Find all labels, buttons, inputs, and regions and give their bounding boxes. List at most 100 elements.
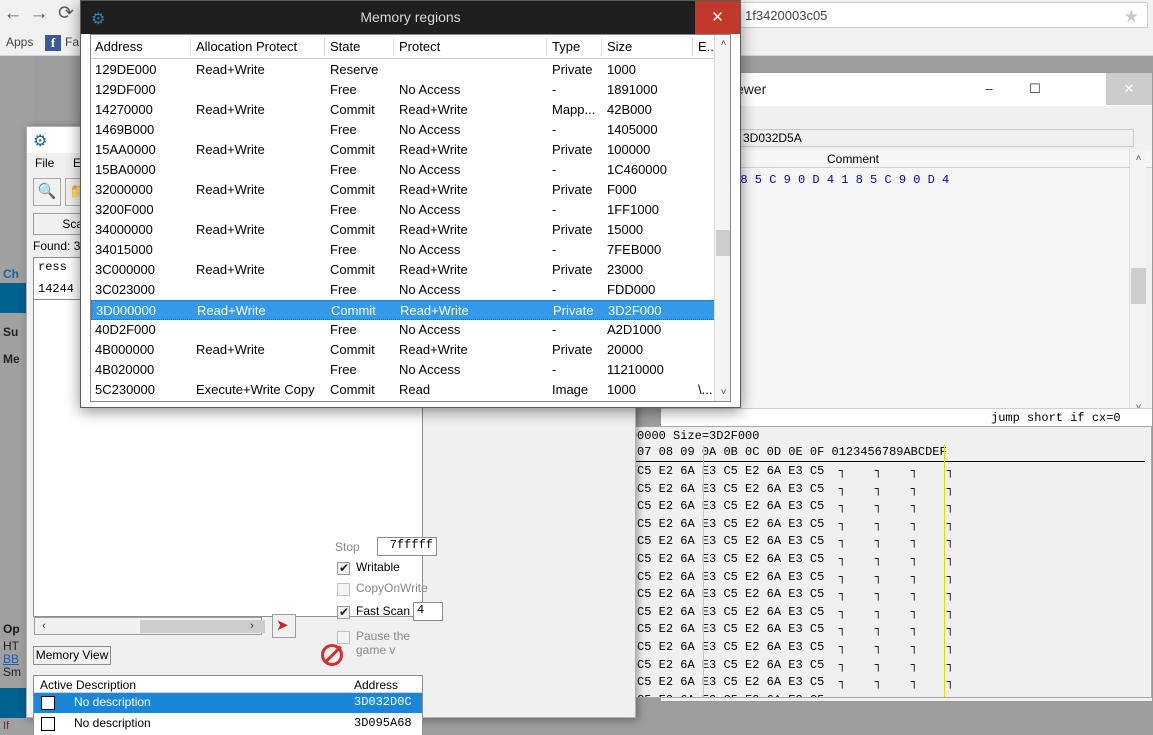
- sidebar-text-su[interactable]: Su: [3, 325, 18, 339]
- cell-size: 1000: [607, 382, 636, 397]
- memory-regions-column-5[interactable]: Size: [607, 39, 632, 54]
- facebook-icon[interactable]: f: [45, 35, 61, 51]
- scroll-up-icon[interactable]: ˄: [1130, 150, 1147, 167]
- sidebar-text-me[interactable]: Me: [3, 352, 20, 366]
- menu-file[interactable]: File: [35, 156, 54, 170]
- table-row[interactable]: 40D2F000FreeNo Access-A2D1000: [91, 320, 730, 340]
- table-row[interactable]: 3D000000Read+WriteCommitRead+WritePrivat…: [91, 300, 730, 320]
- scroll-right-icon[interactable]: ›: [245, 619, 259, 633]
- bookmark-apps[interactable]: Apps: [6, 35, 33, 49]
- pause-game-checkbox[interactable]: [337, 631, 350, 644]
- cell-protect: Read+Write: [400, 303, 469, 318]
- column-divider[interactable]: [190, 38, 191, 56]
- memory-viewer-address-field[interactable]: 3D032D5A: [736, 129, 1134, 147]
- scroll-down-icon[interactable]: ˅: [715, 384, 731, 401]
- writable-checkbox[interactable]: [337, 562, 350, 575]
- table-row[interactable]: 32000000Read+WriteCommitRead+WritePrivat…: [91, 180, 730, 200]
- scroll-up-icon[interactable]: ˄: [715, 35, 731, 52]
- column-divider[interactable]: [692, 38, 693, 56]
- memory-viewer-address-value: 3D032D5A: [743, 131, 802, 145]
- table-row[interactable]: 4B000000Read+WriteCommitRead+WritePrivat…: [91, 340, 730, 360]
- cell-address: 4B000000: [95, 342, 154, 357]
- memory-regions-column-2[interactable]: State: [330, 39, 360, 54]
- forward-arrow-icon[interactable]: →: [28, 3, 50, 25]
- table-row[interactable]: 34015000FreeNo Access-7FEB000: [91, 240, 730, 260]
- bookmark-star-icon[interactable]: ★: [1124, 7, 1139, 27]
- cell-alloc-protect: Read+Write: [196, 182, 265, 197]
- cell-size: 20000: [607, 342, 643, 357]
- table-row[interactable]: 34000000Read+WriteCommitRead+WritePrivat…: [91, 220, 730, 240]
- sidebar-text-sm: Sm: [3, 665, 21, 679]
- table-row[interactable]: 3C023000FreeNo Access-FDD000: [91, 280, 730, 300]
- pointer-scan-button[interactable]: ➤: [272, 614, 296, 638]
- table-row[interactable]: 15AA0000Read+WriteCommitRead+WritePrivat…: [91, 140, 730, 160]
- cell-protect: Read: [399, 382, 430, 397]
- memory-regions-title: Memory regions: [81, 9, 740, 25]
- minimize-button[interactable]: –: [966, 73, 1012, 105]
- memory-regions-table-header[interactable]: Address Allocation Protect State Protect Typ…: [91, 35, 730, 59]
- table-row[interactable]: 3C000000Read+WriteCommitRead+WritePrivat…: [91, 260, 730, 280]
- table-row[interactable]: No description 3D032D0C: [34, 693, 422, 713]
- arrow-icon: ➤: [276, 616, 289, 634]
- fastscan-checkbox[interactable]: [337, 606, 350, 619]
- bookmark-facebook[interactable]: Fa: [65, 35, 79, 49]
- memory-regions-column-4[interactable]: Type: [552, 39, 580, 54]
- maximize-button[interactable]: ☐: [1012, 73, 1058, 105]
- column-divider[interactable]: [324, 38, 325, 56]
- table-row[interactable]: No description 3D095A68: [34, 714, 422, 734]
- table-row[interactable]: 129DE000Read+WriteReservePrivate1000: [91, 60, 730, 80]
- column-divider[interactable]: [546, 38, 547, 56]
- scrollbar-thumb[interactable]: [1131, 268, 1146, 304]
- reload-icon[interactable]: ⟳: [55, 3, 77, 25]
- table-row[interactable]: 4B020000FreeNo Access-11210000: [91, 360, 730, 380]
- table-row[interactable]: 14270000Read+WriteCommitRead+WriteMapp..…: [91, 100, 730, 120]
- stop-address-input[interactable]: 7fffff: [377, 537, 437, 556]
- table-row[interactable]: 3200F000FreeNo Access-1FF1000: [91, 200, 730, 220]
- fastscan-value-input[interactable]: 4: [413, 602, 443, 621]
- close-button[interactable]: ✕: [1106, 73, 1152, 105]
- disassembler-scrollbar[interactable]: ˄ ˅: [1129, 150, 1146, 416]
- cell-state: Reserve: [330, 62, 378, 77]
- memory-view-button[interactable]: Memory View: [33, 646, 111, 665]
- results-horizontal-scrollbar[interactable]: ‹ ›: [34, 617, 262, 635]
- memory-regions-titlebar[interactable]: ⚙ Memory regions ✕: [81, 1, 740, 34]
- cell-protect: Read+Write: [399, 182, 468, 197]
- scroll-left-icon[interactable]: ‹: [37, 619, 51, 633]
- table-row[interactable]: 1469B000FreeNo Access-1405000: [91, 120, 730, 140]
- cell-size: 23000: [607, 262, 643, 277]
- cell-type: Private: [552, 262, 592, 277]
- cell-state: Free: [330, 122, 357, 137]
- column-divider[interactable]: [393, 38, 394, 56]
- hex-ascii-divider: [944, 445, 945, 697]
- back-arrow-icon[interactable]: ←: [2, 3, 24, 25]
- memory-regions-column-1[interactable]: Allocation Protect: [196, 39, 297, 54]
- column-divider[interactable]: [601, 38, 602, 56]
- memory-regions-column-0[interactable]: Address: [95, 39, 143, 54]
- copyonwrite-checkbox[interactable]: [337, 583, 350, 596]
- memory-regions-column-3[interactable]: Protect: [399, 39, 440, 54]
- table-row[interactable]: 15BA0000FreeNo Access-1C460000: [91, 160, 730, 180]
- table-row[interactable]: 5C230000Execute+Write CopyCommitReadImag…: [91, 380, 730, 400]
- address-bar[interactable]: 1f3420003c05 ★: [736, 2, 1148, 28]
- open-process-button[interactable]: 🔍: [33, 178, 61, 206]
- sidebar-link-bb[interactable]: BB: [3, 652, 19, 666]
- stop-scan-icon[interactable]: [321, 644, 343, 666]
- cell-size: FDD000: [607, 282, 655, 297]
- cell-address: 14270000: [95, 102, 153, 117]
- sidebar-text-ch[interactable]: Ch: [3, 267, 19, 281]
- memory-regions-scrollbar[interactable]: ˄ ˅: [714, 35, 730, 401]
- row-active-checkbox[interactable]: [41, 696, 55, 710]
- memory-regions-table[interactable]: Address Allocation Protect State Protect Typ…: [90, 34, 731, 402]
- cell-address: 3C023000: [95, 282, 155, 297]
- row-active-checkbox[interactable]: [41, 717, 55, 731]
- hex-midline-divider: [703, 445, 704, 697]
- cell-address: 3C000000: [95, 262, 155, 277]
- cheat-table[interactable]: Active Description Address No descriptio…: [33, 675, 423, 735]
- result-row-0[interactable]: 14244: [38, 282, 74, 296]
- row-address: 3D032D0C: [354, 695, 412, 709]
- cell-type: -: [552, 202, 556, 217]
- scrollbar-thumb[interactable]: [716, 230, 731, 256]
- close-button[interactable]: ✕: [695, 1, 740, 34]
- table-row[interactable]: 129DF000FreeNo Access-1891000: [91, 80, 730, 100]
- copyonwrite-label: CopyOnWrite: [356, 581, 428, 595]
